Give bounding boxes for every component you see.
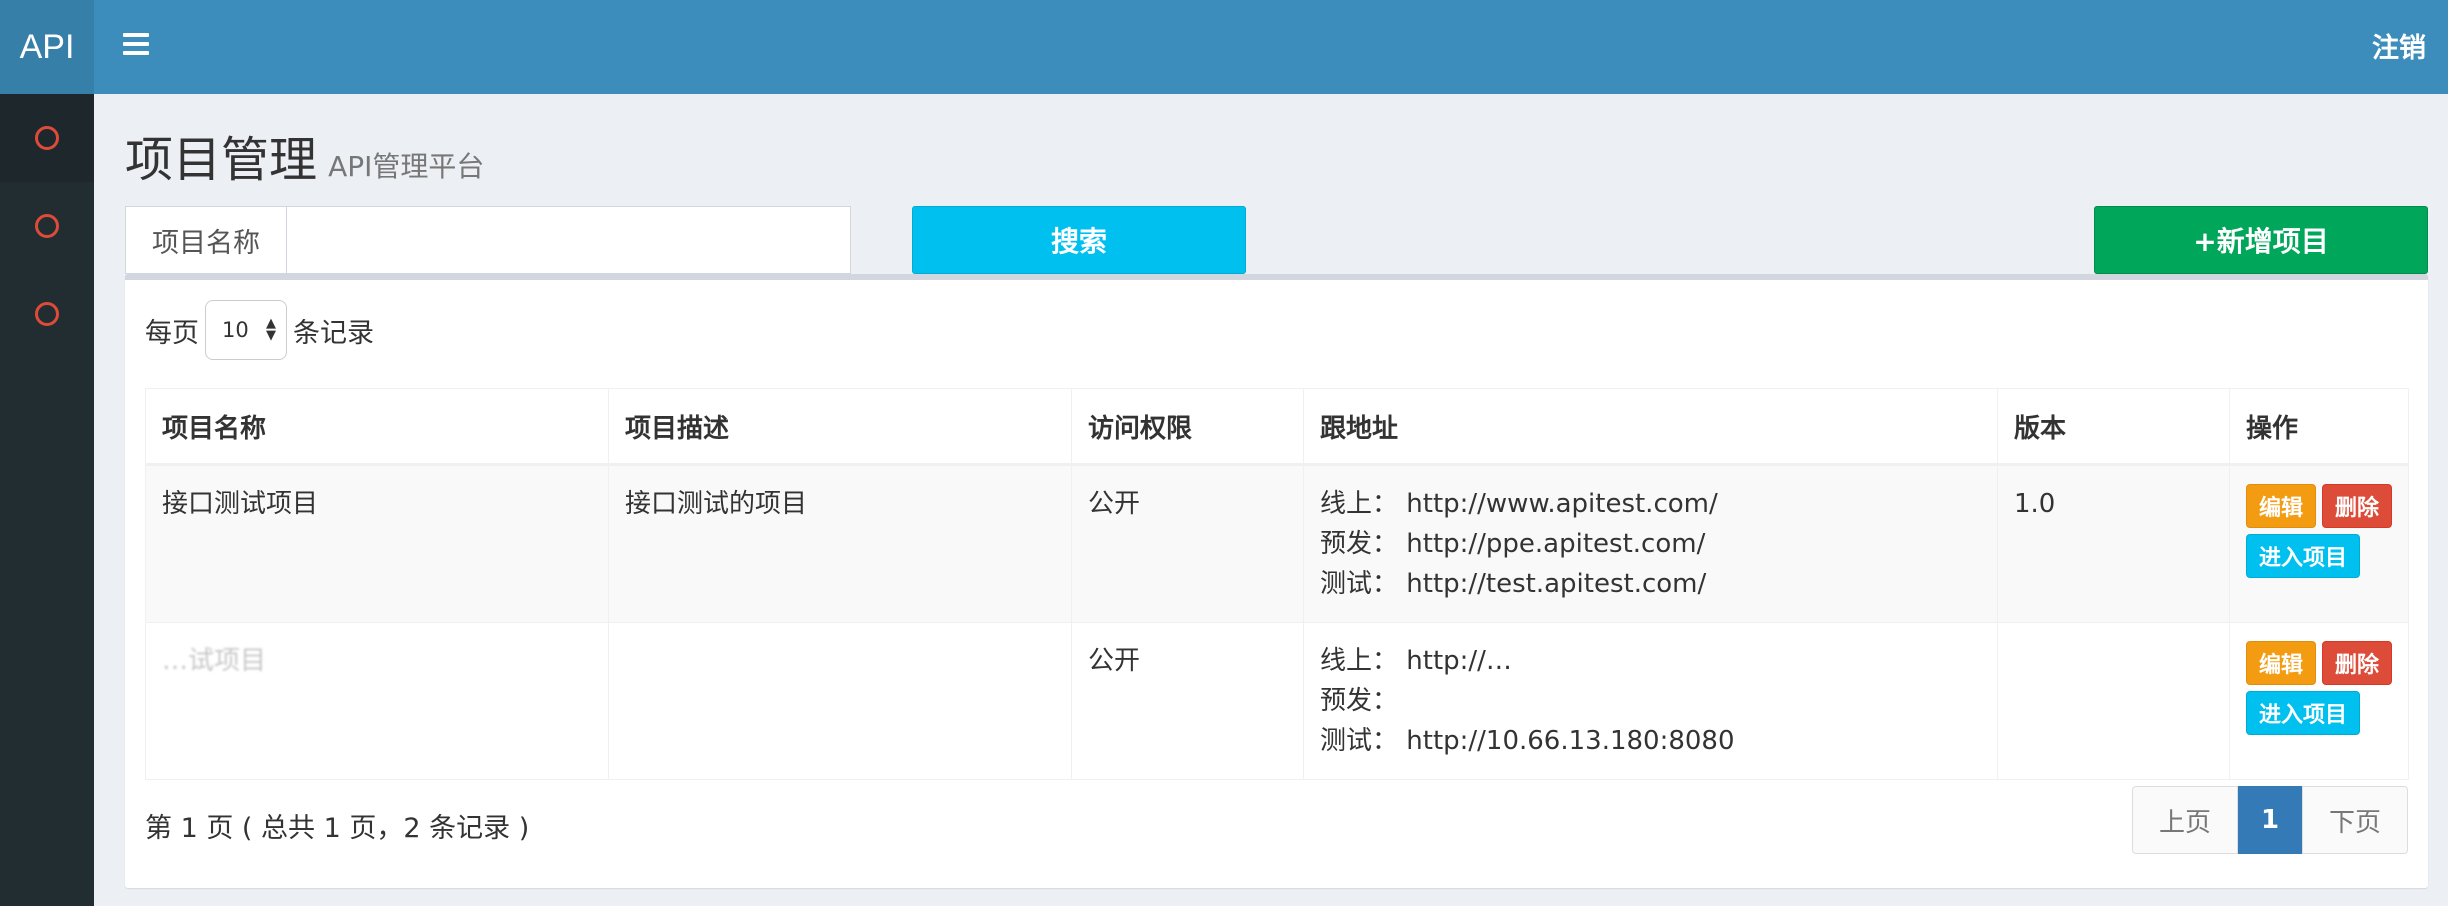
menu-toggle-icon[interactable] (123, 33, 151, 57)
address-preview: 预发： http://ppe.apitest.com/ (1320, 529, 1706, 559)
access-cell: 公开 (1071, 464, 1304, 623)
project-list-box: 每页 10 ▲ ▼ 条记录 项目名称 项目描述 访问权限 跟地址 版本 操作 接口… (125, 274, 2428, 888)
table-header-row: 项目名称 项目描述 访问权限 跟地址 版本 操作 (145, 388, 2409, 466)
perpage-suffix: 条记录 (293, 317, 374, 349)
project-description-cell (608, 622, 1072, 780)
actions-cell: 编辑 删除 进入项目 (2229, 464, 2409, 623)
page-title: 项目管理 API管理平台 (125, 120, 484, 190)
circle-o-icon (35, 302, 59, 326)
select-arrows-icon: ▲ ▼ (266, 316, 276, 343)
column-header[interactable]: 版本 (1997, 388, 2230, 466)
enter-project-button[interactable]: 进入项目 (2246, 534, 2361, 578)
address-cell: 线上： http://… 预发： 测试： http://10.66.13.180… (1303, 622, 1998, 780)
pagination-info: 第 1 页 ( 总共 1 页，2 条记录 ) (145, 813, 530, 844)
sidebar (0, 94, 94, 906)
circle-o-icon (35, 126, 59, 150)
table-row: 接口测试项目 接口测试的项目 公开 线上： http://www.apitest… (145, 464, 2409, 623)
sidebar-item-2[interactable] (0, 182, 94, 270)
add-project-button[interactable]: +新增项目 (2094, 206, 2428, 274)
version-cell: 1.0 (1997, 464, 2230, 623)
address-test: 测试： http://test.apitest.com/ (1320, 569, 1707, 599)
page-subtitle: API管理平台 (328, 150, 485, 183)
sidebar-item-1[interactable] (0, 94, 94, 182)
project-description-cell: 接口测试的项目 (608, 464, 1072, 623)
next-page-button[interactable]: 下页 (2302, 786, 2408, 854)
edit-button[interactable]: 编辑 (2246, 641, 2316, 685)
column-header[interactable]: 项目名称 (145, 388, 609, 466)
perpage-value: 10 (222, 318, 249, 342)
perpage-select[interactable]: 10 ▲ ▼ (205, 300, 287, 360)
project-name-cell: …试项目 (145, 622, 609, 780)
address-online: 线上： http://www.apitest.com/ (1320, 489, 1718, 519)
logout-link[interactable]: 注销 (2372, 26, 2426, 65)
pagination: 上页 1 下页 (2132, 786, 2408, 854)
enter-project-button[interactable]: 进入项目 (2246, 691, 2361, 735)
access-cell: 公开 (1071, 622, 1304, 780)
project-name-search-input[interactable] (287, 206, 851, 274)
edit-button[interactable]: 编辑 (2246, 484, 2316, 528)
project-name-cell: 接口测试项目 (145, 464, 609, 623)
address-preview: 预发： (1320, 686, 1399, 716)
current-page-button[interactable]: 1 (2238, 786, 2302, 854)
search-label: 项目名称 (125, 206, 287, 274)
perpage-prefix: 每页 (145, 317, 199, 349)
column-header[interactable]: 访问权限 (1071, 388, 1304, 466)
version-cell (1997, 622, 2230, 780)
project-table: 项目名称 项目描述 访问权限 跟地址 版本 操作 接口测试项目 接口测试的项目 … (145, 388, 2409, 780)
circle-o-icon (35, 214, 59, 238)
actions-cell: 编辑 删除 进入项目 (2229, 622, 2409, 780)
column-header[interactable]: 跟地址 (1303, 388, 1998, 466)
column-header[interactable]: 项目描述 (608, 388, 1072, 466)
sidebar-item-3[interactable] (0, 270, 94, 358)
logo[interactable]: API (0, 0, 94, 94)
page-title-text: 项目管理 (125, 132, 318, 188)
search-group: 项目名称 (125, 206, 851, 274)
search-button[interactable]: 搜索 (912, 206, 1246, 274)
prev-page-button[interactable]: 上页 (2132, 786, 2238, 854)
table-row: …试项目 公开 线上： http://… 预发： 测试： http://10.6… (145, 622, 2409, 780)
address-test: 测试： http://10.66.13.180:8080 (1320, 726, 1735, 756)
column-header: 操作 (2229, 388, 2409, 466)
top-header: API 注销 (0, 0, 2448, 94)
address-online: 线上： http://… (1320, 646, 1512, 676)
records-per-page: 每页 10 ▲ ▼ 条记录 (145, 300, 374, 360)
delete-button[interactable]: 删除 (2322, 641, 2392, 685)
delete-button[interactable]: 删除 (2322, 484, 2392, 528)
address-cell: 线上： http://www.apitest.com/ 预发： http://p… (1303, 464, 1998, 623)
